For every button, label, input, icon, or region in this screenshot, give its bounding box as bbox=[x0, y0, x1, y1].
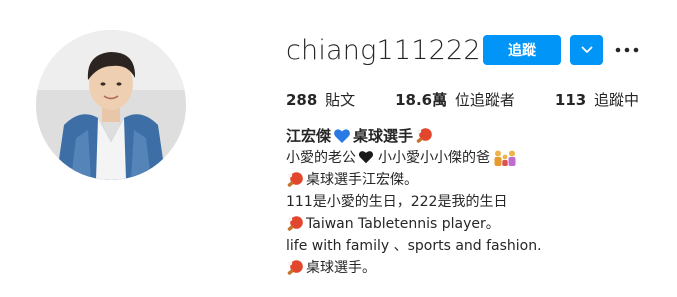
username: chiang111222 bbox=[286, 35, 481, 66]
bio-text-1: 小愛的老公 bbox=[286, 150, 356, 166]
followers-label: 位追蹤者 bbox=[454, 91, 515, 109]
family-icon bbox=[492, 149, 518, 167]
bio-text-5: life with family 、sports and fashion. bbox=[286, 238, 542, 254]
bio-name-line: 江宏傑 桌球選手 bbox=[286, 125, 542, 147]
bio-line-6: 桌球選手。 bbox=[286, 257, 542, 279]
black-heart-icon bbox=[358, 149, 376, 167]
posts-stat: 288 貼文 bbox=[286, 90, 355, 110]
username-row: chiang111222 bbox=[286, 34, 506, 68]
following-label: 追蹤中 bbox=[594, 91, 640, 109]
bio-text-2: 桌球選手江宏傑。 bbox=[306, 172, 418, 188]
full-name: 江宏傑 bbox=[286, 127, 332, 145]
follow-button[interactable]: 追蹤 bbox=[483, 35, 561, 65]
bio-line-2: 桌球選手江宏傑。 bbox=[286, 169, 542, 191]
suggested-accounts-button[interactable] bbox=[570, 35, 603, 65]
ping-pong-paddle-icon bbox=[415, 127, 433, 145]
profile-header: chiang111222 追蹤 288 貼文 18.6萬 位追蹤者 113 追蹤… bbox=[0, 0, 677, 297]
more-options-button[interactable] bbox=[614, 37, 640, 63]
avatar-photo bbox=[36, 30, 186, 180]
following-stat[interactable]: 113 追蹤中 bbox=[555, 90, 639, 110]
bio-text-3: 111是小愛的生日，222是我的生日 bbox=[286, 194, 508, 210]
chevron-down-icon bbox=[581, 46, 593, 54]
bio-line-1: 小愛的老公 小小愛小小傑的爸 bbox=[286, 147, 542, 169]
bio-text-1b: 小小愛小小傑的爸 bbox=[378, 150, 490, 166]
bio-line-4: Taiwan Tabletennis player。 bbox=[286, 213, 542, 235]
bio: 江宏傑 桌球選手 小愛的老公 小小愛小小傑的爸 桌球選手江宏傑。 111是小愛的… bbox=[286, 125, 542, 279]
followers-count: 18.6萬 bbox=[395, 91, 448, 109]
full-name-suffix: 桌球選手 bbox=[353, 127, 414, 145]
following-count: 113 bbox=[554, 91, 587, 109]
bio-line-5: life with family 、sports and fashion. bbox=[286, 235, 542, 257]
posts-count: 288 bbox=[286, 91, 318, 109]
more-options-icon bbox=[615, 47, 639, 53]
bio-line-3: 111是小愛的生日，222是我的生日 bbox=[286, 191, 542, 213]
profile-stats: 288 貼文 18.6萬 位追蹤者 113 追蹤中 bbox=[286, 90, 639, 110]
ping-pong-paddle-icon bbox=[286, 215, 304, 233]
blue-heart-icon bbox=[333, 127, 351, 145]
posts-label: 貼文 bbox=[325, 91, 356, 109]
avatar[interactable] bbox=[36, 30, 186, 180]
ping-pong-paddle-icon bbox=[286, 259, 304, 277]
ping-pong-paddle-icon bbox=[286, 171, 304, 189]
followers-stat[interactable]: 18.6萬 位追蹤者 bbox=[395, 90, 515, 110]
bio-text-6: 桌球選手。 bbox=[306, 260, 376, 276]
bio-text-4: Taiwan Tabletennis player。 bbox=[306, 216, 500, 232]
